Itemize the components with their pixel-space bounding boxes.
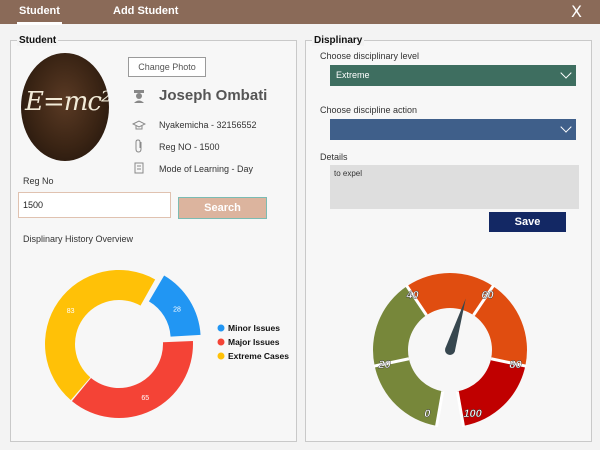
- student-icon: [134, 90, 144, 103]
- legend-label: Major Issues: [228, 337, 280, 347]
- legend-dot: [217, 338, 225, 346]
- gauge-band: [406, 273, 527, 367]
- photo-formula: E=mc²: [25, 87, 109, 117]
- reg-no-label: Reg No: [23, 176, 54, 186]
- donut-slice-label: 83: [67, 308, 75, 315]
- document-icon: [134, 162, 144, 174]
- action-label: Choose discipline action: [320, 105, 418, 115]
- search-button[interactable]: Search: [178, 197, 267, 219]
- gauge-tick-label: 20: [377, 359, 391, 371]
- donut-slice-label: 28: [173, 306, 181, 313]
- donut-slice-label: 65: [141, 395, 149, 402]
- gauge-tick-label: 0: [424, 408, 431, 420]
- tab-student[interactable]: Student: [17, 5, 62, 25]
- student-photo: E=mc²: [21, 53, 109, 161]
- discipline-gauge: 0 20 40 60 80 100: [373, 273, 527, 428]
- donut-slice: [45, 270, 156, 401]
- save-button[interactable]: Save: [489, 212, 566, 232]
- details-textarea[interactable]: to expel: [330, 165, 579, 209]
- history-title: Displinary History Overview: [23, 234, 134, 244]
- student-panel: Student E=mc² Change Photo Joseph Ombati…: [10, 35, 297, 442]
- gauge-tick-label: 40: [405, 289, 419, 301]
- discipline-panel-title: Displinary: [312, 35, 365, 46]
- paperclip-icon: [135, 139, 142, 153]
- history-donut-chart: 28 65 83 Minor Issues Major Issues Extreme Ca…: [45, 270, 289, 418]
- chevron-down-icon: [560, 121, 572, 133]
- close-button[interactable]: X: [571, 2, 582, 21]
- discipline-panel: Displinary Choose disciplinary level Ext…: [305, 35, 592, 442]
- gauge-tick-label: 60: [481, 289, 494, 301]
- graduation-cap-icon: [132, 120, 146, 130]
- level-select-value: Extreme: [336, 70, 370, 80]
- legend-label: Extreme Cases: [228, 351, 289, 361]
- student-name: Joseph Ombati: [159, 87, 268, 104]
- title-bar: Student Add Student X: [0, 0, 600, 25]
- student-panel-title: Student: [17, 35, 59, 46]
- details-label: Details: [320, 152, 348, 162]
- change-photo-button[interactable]: Change Photo: [128, 57, 206, 77]
- level-select[interactable]: Extreme: [330, 65, 576, 86]
- student-reg-no: Reg NO - 1500: [159, 142, 220, 152]
- legend-label: Minor Issues: [228, 323, 280, 333]
- reg-no-input[interactable]: [18, 192, 171, 218]
- legend-dot: [217, 352, 225, 360]
- chevron-down-icon: [560, 67, 572, 79]
- gauge-tick-label: 100: [463, 408, 482, 420]
- donut-slice: [71, 341, 193, 418]
- action-select[interactable]: [330, 119, 576, 140]
- level-label: Choose disciplinary level: [320, 51, 420, 61]
- student-mode: Mode of Learning - Day: [159, 164, 254, 174]
- legend-dot: [217, 324, 225, 332]
- gauge-needle-hub: [445, 345, 455, 355]
- gauge-tick-label: 80: [509, 359, 522, 371]
- student-location: Nyakemicha - 32156552: [159, 120, 257, 130]
- tab-add-student[interactable]: Add Student: [113, 5, 178, 17]
